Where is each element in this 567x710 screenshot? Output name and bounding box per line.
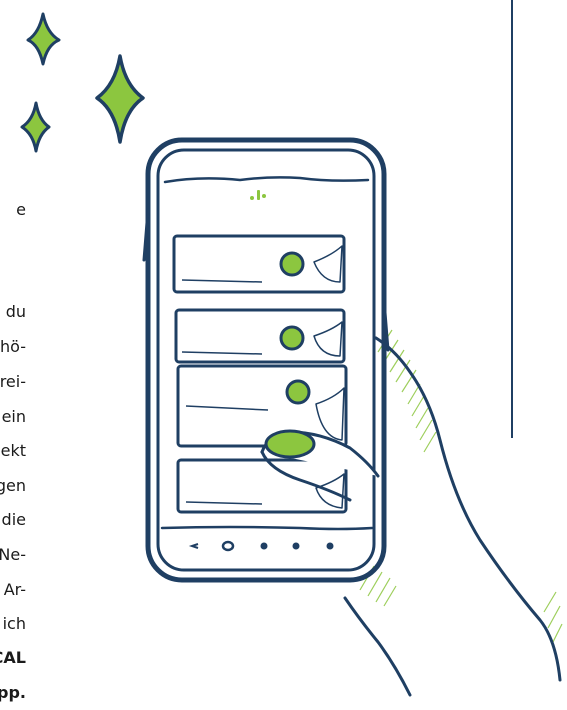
list-card (172, 234, 346, 294)
hand-shading (359, 329, 563, 645)
back-icon (188, 543, 199, 549)
home-icon (221, 540, 235, 552)
card-list (172, 234, 348, 514)
thumb (260, 429, 380, 502)
hand (343, 336, 562, 697)
menu-icon (326, 542, 334, 550)
phone-body (142, 137, 390, 583)
app-logo-icon (250, 190, 266, 200)
menu-icon (292, 542, 300, 550)
menu-icon (260, 542, 268, 550)
sparkle-icon (26, 12, 61, 66)
list-card (176, 364, 348, 448)
phone-nav-bar (188, 540, 334, 552)
illustration-svg (20, 0, 563, 697)
sparkle-icon (20, 101, 51, 153)
list-card (174, 308, 346, 364)
page-canvas: e du hö- rei- ein ekt gen die Ne- Ar- ic… (0, 0, 567, 710)
sparkle-icon (95, 54, 145, 144)
